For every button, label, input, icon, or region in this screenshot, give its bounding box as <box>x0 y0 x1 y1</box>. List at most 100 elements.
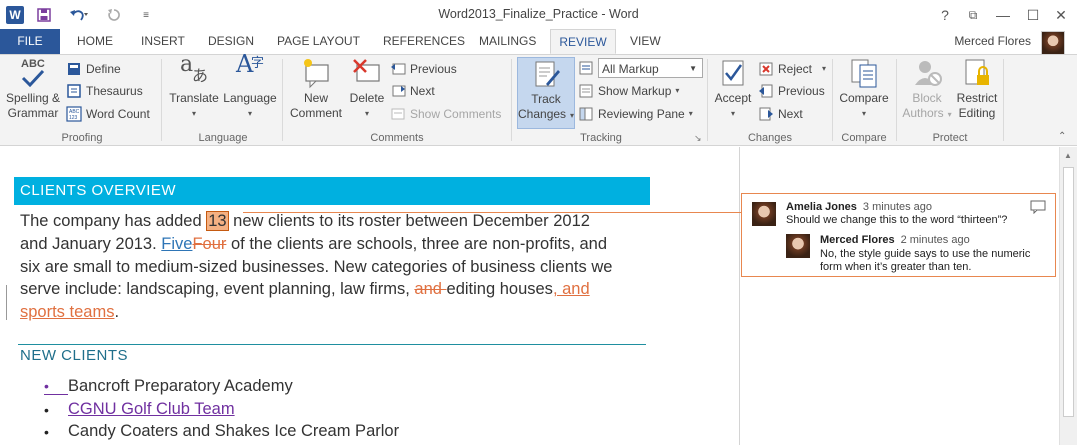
next-change-button[interactable]: Next <box>758 104 803 124</box>
thesaurus-book-icon <box>66 83 82 99</box>
translate-button[interactable]: a あ Translate ▾ <box>166 54 222 121</box>
bullet-icon: • <box>44 401 49 418</box>
markup-select-box[interactable]: All Markup ▼ <box>598 58 703 78</box>
title-bar: W ≡ Word2013_Finalize_Practice - Word ? … <box>0 0 1077 29</box>
help-icon[interactable]: ? <box>930 4 960 26</box>
paragraph-line: serve include: landscaping, event planni… <box>20 280 590 299</box>
accept-button[interactable]: Accept ▾ <box>711 57 755 121</box>
define-button[interactable]: Define <box>66 59 121 79</box>
reply-comment-icon[interactable] <box>1030 200 1046 217</box>
avatar[interactable] <box>1041 31 1065 55</box>
inserted-text[interactable]: , and <box>553 280 590 298</box>
chevron-down-icon: ▼ <box>689 64 697 73</box>
show-markup-button[interactable]: Show Markup ▾ <box>578 81 679 101</box>
user-name[interactable]: Merced Flores <box>954 34 1031 48</box>
tab-mailings[interactable]: MAILINGS <box>469 29 546 54</box>
reject-button[interactable]: Reject ▾ <box>758 59 826 79</box>
group-label-protect: Protect <box>932 132 968 144</box>
deleted-text[interactable]: Four <box>192 235 226 253</box>
commented-text-13[interactable]: 13 <box>206 211 229 231</box>
previous-comment-button[interactable]: Previous <box>390 59 457 79</box>
markup-display-icon <box>578 60 594 76</box>
group-label-compare: Compare <box>841 132 887 144</box>
compare-button[interactable]: Compare ▾ <box>836 57 892 121</box>
close-icon[interactable]: ✕ <box>1046 4 1076 26</box>
comment-author: Amelia Jones 3 minutes ago <box>786 201 933 213</box>
ribbon-display-options-icon[interactable]: ⧉ <box>958 4 988 26</box>
markup-area <box>741 147 1059 445</box>
group-divider <box>161 59 162 141</box>
word-count-icon: ABC 123 <box>66 106 82 122</box>
list-item[interactable]: • Candy Coaters and Shakes Ice Cream Par… <box>44 422 399 441</box>
paragraph-line: sports teams. <box>20 303 120 322</box>
show-comments-button[interactable]: Show Comments <box>390 104 501 124</box>
dialog-launcher-icon[interactable]: ↘ <box>694 133 702 144</box>
comment-text[interactable]: Should we change this to the word “thirt… <box>786 214 1007 227</box>
scrollbar-thumb[interactable] <box>1063 167 1074 417</box>
next-comment-icon <box>390 83 406 99</box>
group-label-tracking: Tracking <box>580 132 622 144</box>
list-item[interactable]: • Bancroft Preparatory Academy <box>44 377 293 396</box>
maximize-icon[interactable]: ☐ <box>1018 4 1048 26</box>
chevron-down-icon: ▾ <box>688 109 693 118</box>
tab-page-layout[interactable]: PAGE LAYOUT <box>267 29 370 54</box>
scroll-up-icon[interactable]: ▲ <box>1064 151 1072 160</box>
chevron-down-icon: ▾ <box>247 109 252 118</box>
comment-text[interactable]: No, the style guide says to use the nume… <box>820 248 1030 273</box>
comment-thread[interactable]: Amelia Jones 3 minutes ago Should we chan… <box>741 193 1056 277</box>
window-title: Word2013_Finalize_Practice - Word <box>438 7 639 21</box>
tab-insert[interactable]: INSERT <box>131 29 195 54</box>
delete-comment-icon <box>351 57 383 89</box>
show-markup-icon <box>578 83 594 99</box>
language-icon: A 字 <box>236 50 265 78</box>
accept-icon <box>717 57 749 89</box>
list-item[interactable]: • CGNU Golf Club Team <box>44 400 235 419</box>
group-divider <box>896 59 897 141</box>
chevron-down-icon: ▾ <box>191 109 196 118</box>
group-divider <box>282 59 283 141</box>
chevron-down-icon: ▾ <box>861 109 866 118</box>
change-bar <box>6 285 7 320</box>
minimize-icon[interactable]: — <box>988 4 1018 26</box>
group-divider <box>511 59 512 141</box>
body-paragraph[interactable]: The company has added 13 new clients to … <box>20 210 650 324</box>
next-comment-button[interactable]: Next <box>390 81 435 101</box>
tab-view[interactable]: VIEW <box>620 29 671 54</box>
group-divider <box>1003 59 1004 141</box>
reviewing-pane-button[interactable]: Reviewing Pane ▾ <box>578 104 693 124</box>
comment-author: Merced Flores 2 minutes ago <box>820 234 970 246</box>
heading-rule <box>18 344 646 345</box>
language-button[interactable]: A 字 Language ▾ <box>222 50 278 121</box>
tab-file[interactable]: FILE <box>0 29 60 54</box>
vertical-scrollbar[interactable]: ▲ <box>1059 147 1077 445</box>
deleted-text[interactable]: and <box>414 280 446 298</box>
inserted-text[interactable]: sports teams <box>20 303 114 321</box>
group-divider <box>707 59 708 141</box>
spelling-grammar-button[interactable]: ABC Spelling & Grammar <box>4 57 62 121</box>
block-authors-button[interactable]: Block Authors ▾ <box>900 57 954 122</box>
tab-references[interactable]: REFERENCES <box>373 29 475 54</box>
chevron-down-icon: ▾ <box>570 111 575 120</box>
tab-review[interactable]: REVIEW <box>550 29 616 54</box>
new-comment-button[interactable]: New Comment <box>286 57 346 121</box>
word-count-button[interactable]: ABC 123 Word Count <box>66 104 150 124</box>
chevron-down-icon: ▾ <box>730 109 735 118</box>
inserted-text[interactable]: Five <box>161 235 192 253</box>
group-label-proofing: Proofing <box>61 132 103 144</box>
thesaurus-button[interactable]: Thesaurus <box>66 81 143 101</box>
define-book-icon <box>66 61 82 77</box>
display-for-review-select[interactable]: All Markup ▼ <box>578 58 703 78</box>
restrict-editing-button[interactable]: Restrict Editing <box>954 57 1000 121</box>
tab-design[interactable]: DESIGN <box>198 29 264 54</box>
delete-comment-button[interactable]: Delete ▾ <box>346 57 388 121</box>
tab-home[interactable]: HOME <box>67 29 123 54</box>
chevron-down-icon: ▾ <box>822 64 827 73</box>
group-divider <box>832 59 833 141</box>
group-label-comments: Comments <box>370 132 424 144</box>
reviewing-pane-icon <box>578 106 594 122</box>
previous-change-button[interactable]: Previous <box>758 81 825 101</box>
collapse-ribbon-icon[interactable]: ⌃ <box>1058 131 1066 142</box>
track-changes-button[interactable]: Track Changes ▾ <box>517 57 575 129</box>
chevron-down-icon: ▾ <box>947 110 952 119</box>
ribbon-tabs: FILE HOME INSERT DESIGN PAGE LAYOUT REFE… <box>0 29 1077 55</box>
